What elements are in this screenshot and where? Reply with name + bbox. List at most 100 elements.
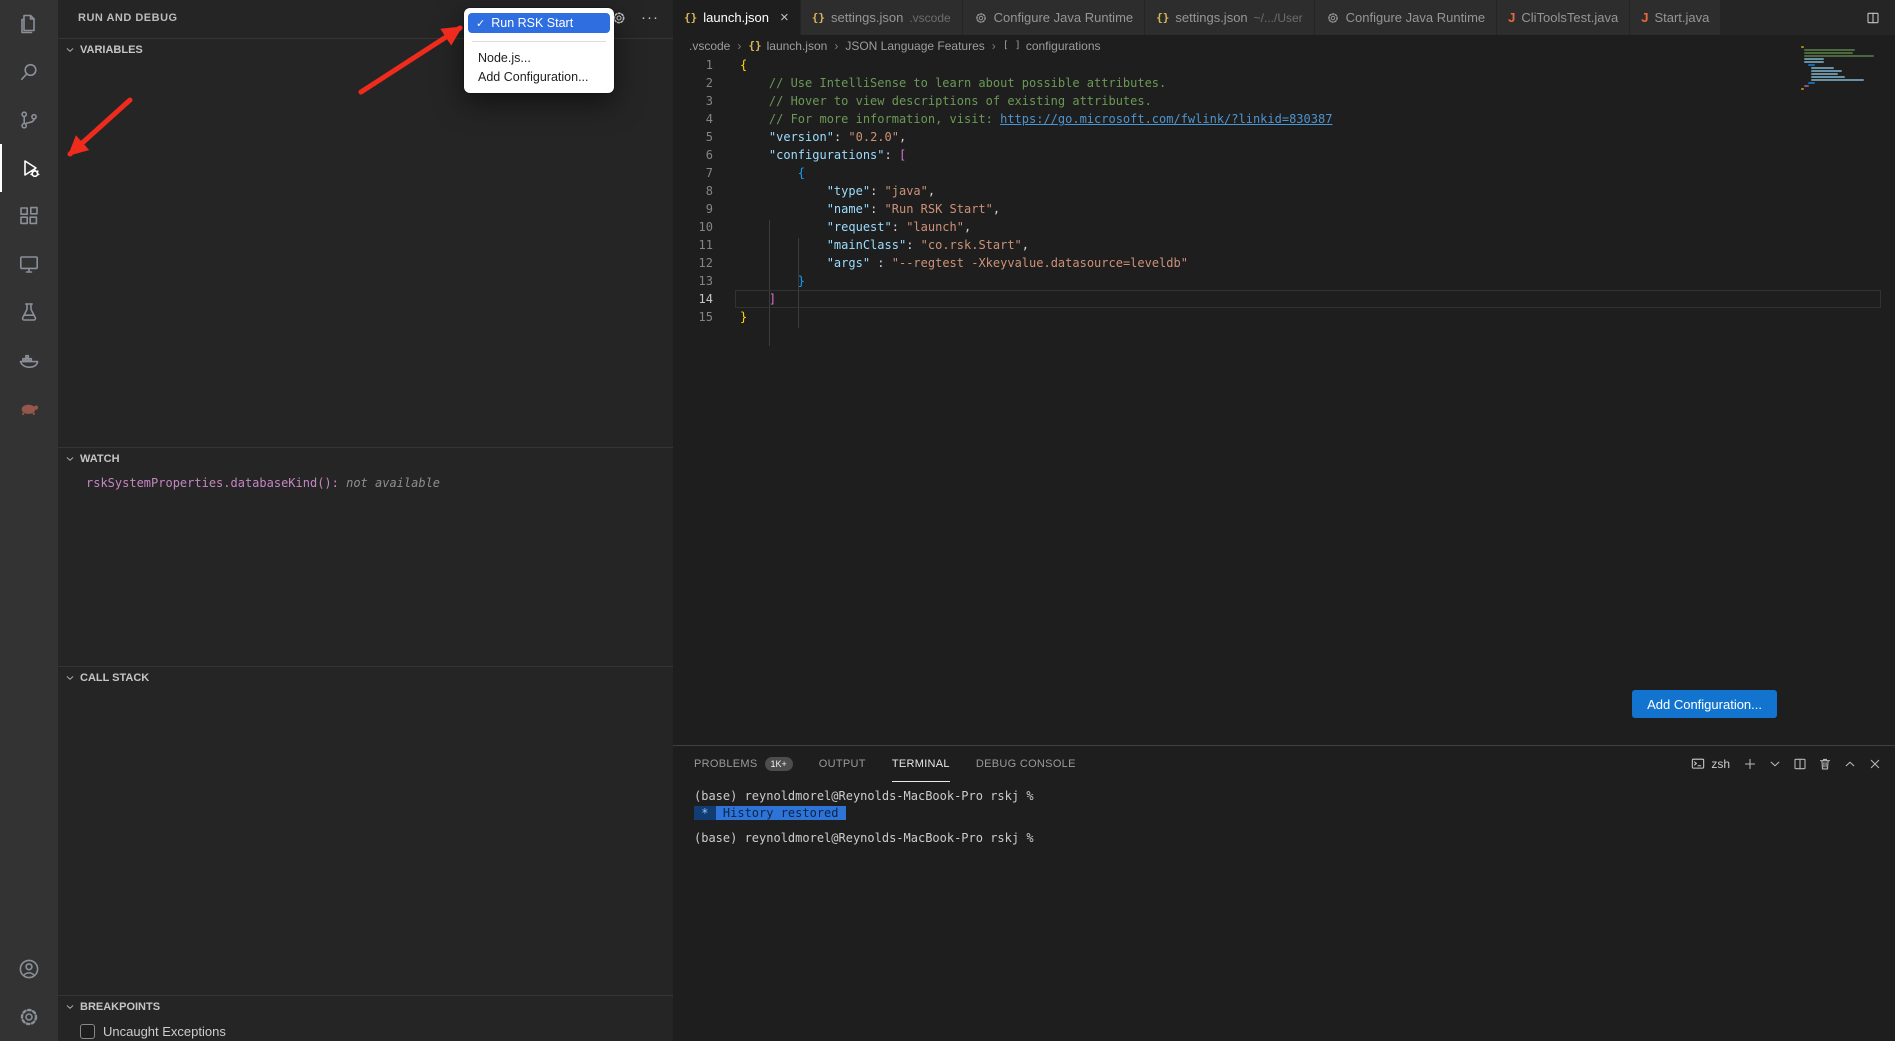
dropdown-item-node-js[interactable]: Node.js...	[468, 49, 610, 68]
breadcrumb-vscode[interactable]: .vscode	[689, 39, 730, 53]
check-icon: ✓	[476, 17, 485, 30]
breadcrumb-json-language-features[interactable]: JSON Language Features	[845, 39, 984, 53]
sidebar-actions: ···	[611, 10, 659, 26]
panel-tabs: PROBLEMS1K+ OUTPUT TERMINAL DEBUG CONSOLE	[694, 746, 1102, 782]
manage-icon	[17, 1005, 41, 1029]
terminal-line: * History restored	[694, 805, 1875, 822]
bottom-panel: PROBLEMS1K+ OUTPUT TERMINAL DEBUG CONSOLE z…	[673, 745, 1895, 1041]
dropdown-item-selected[interactable]: ✓ Run RSK Start	[468, 13, 610, 33]
panel-tab-debug-console[interactable]: DEBUG CONSOLE	[976, 746, 1076, 782]
code-line-4: 4 // For more information, visit: https:…	[673, 110, 1895, 128]
tab-configure-java-runtime[interactable]: Configure Java Runtime	[963, 0, 1145, 35]
activity-item-custom-extension[interactable]	[0, 384, 58, 432]
activity-item-source-control[interactable]	[0, 96, 58, 144]
activity-item-docker[interactable]	[0, 336, 58, 384]
sidebar-title: RUN AND DEBUG	[78, 12, 178, 24]
activity-bar-bottom	[0, 945, 58, 1041]
code-line-12: 12 "args" : "--regtest -Xkeyvalue.dataso…	[673, 254, 1895, 272]
panel-tab-terminal[interactable]: TERMINAL	[892, 746, 950, 782]
code-line-9: 9 "name": "Run RSK Start",	[673, 200, 1895, 218]
code-line-3: 3 // Hover to view descriptions of exist…	[673, 92, 1895, 110]
problems-count-badge: 1K+	[765, 757, 793, 771]
section-watch: WATCHrskSystemProperties.databaseKind():…	[58, 447, 673, 490]
code-editor[interactable]: 1{2 // Use IntelliSense to learn about p…	[673, 56, 1895, 745]
chevron-down-icon	[64, 1001, 76, 1013]
chevron-down-icon	[64, 453, 76, 465]
docker-icon	[17, 348, 41, 372]
code-line-11: 11 "mainClass": "co.rsk.Start",	[673, 236, 1895, 254]
panel-header: PROBLEMS1K+ OUTPUT TERMINAL DEBUG CONSOLE z…	[673, 746, 1895, 782]
terminal-line: (base) reynoldmorel@Reynolds-MacBook-Pro…	[694, 830, 1875, 847]
close-panel-icon[interactable]	[1867, 756, 1883, 772]
panel-tab-output[interactable]: OUTPUT	[819, 746, 866, 782]
breadcrumb-configurations[interactable]: [ ]configurations	[1003, 39, 1101, 53]
new-terminal-icon[interactable]	[1742, 756, 1758, 772]
panel-tab-problems[interactable]: PROBLEMS1K+	[694, 746, 793, 782]
code-line-14: 14 ]	[673, 290, 1895, 308]
java-file-icon: J	[1641, 10, 1648, 25]
json-file-icon: {}	[684, 11, 697, 24]
activity-item-testing[interactable]	[0, 288, 58, 336]
views-more-actions-icon[interactable]: ···	[641, 13, 659, 23]
code-line-2: 2 // Use IntelliSense to learn about pos…	[673, 74, 1895, 92]
terminal[interactable]: (base) reynoldmorel@Reynolds-MacBook-Pro…	[694, 788, 1875, 1041]
terminal-line: (base) reynoldmorel@Reynolds-MacBook-Pro…	[694, 788, 1875, 805]
split-terminal-icon[interactable]	[1792, 756, 1808, 772]
breadcrumb: .vscode › {}launch.json › JSON Language Feat…	[673, 35, 1895, 56]
breadcrumb-separator: ›	[737, 39, 741, 53]
explorer-icon	[17, 12, 41, 36]
add-configuration-button[interactable]: Add Configuration...	[1632, 690, 1777, 718]
shell-label: zsh	[1711, 757, 1730, 771]
split-editor-icon[interactable]	[1865, 10, 1881, 26]
tab-settings-json-vscode[interactable]: {}settings.json.vscode	[801, 0, 963, 35]
terminal-line	[694, 822, 1875, 830]
section-header-call-stack[interactable]: CALL STACK	[58, 666, 673, 688]
code-line-10: 10 "request": "launch",	[673, 218, 1895, 236]
editor-tab-actions	[1865, 0, 1895, 35]
breadcrumb-launch-json[interactable]: {}launch.json	[748, 39, 827, 53]
section-header-watch[interactable]: WATCH	[58, 447, 673, 469]
breadcrumb-separator: ›	[992, 39, 996, 53]
dropdown-items: Node.js...Add Configuration...	[466, 49, 612, 87]
close-tab-icon[interactable]: ×	[780, 9, 789, 26]
remote-explorer-icon	[17, 252, 41, 276]
java-file-icon: J	[1508, 10, 1515, 25]
uncaught-exceptions-checkbox[interactable]	[80, 1024, 95, 1039]
maximize-panel-icon[interactable]	[1842, 756, 1858, 772]
terminal-shell-selector[interactable]: zsh	[1690, 756, 1730, 772]
breakpoint-item: Uncaught Exceptions	[58, 1017, 673, 1039]
tab-clitoolstest-java[interactable]: JCliToolsTest.java	[1497, 0, 1630, 35]
code-line-7: 7 {	[673, 164, 1895, 182]
tab-configure-java-runtime[interactable]: Configure Java Runtime	[1315, 0, 1497, 35]
activity-item-explorer[interactable]	[0, 0, 58, 48]
vscode-window: RUN AND DEBUG ··· VARIABLESWATCHrskSyste…	[0, 0, 1895, 1041]
chevron-down-icon	[64, 44, 76, 56]
tab-settings-json-user[interactable]: {}settings.json~/.../User	[1145, 0, 1315, 35]
kill-terminal-icon[interactable]	[1817, 756, 1833, 772]
minimap[interactable]	[1801, 46, 1881, 91]
activity-item-accounts[interactable]	[0, 945, 58, 993]
watch-expression[interactable]: rskSystemProperties.databaseKind(): not …	[58, 469, 673, 490]
activity-item-extensions[interactable]	[0, 192, 58, 240]
editor-tabs: {}launch.json×{}settings.json.vscodeConf…	[673, 0, 1721, 35]
activity-item-search[interactable]	[0, 48, 58, 96]
search-icon	[17, 60, 41, 84]
tab-start-java[interactable]: JStart.java	[1630, 0, 1721, 35]
run-and-debug-icon	[17, 156, 41, 180]
section-breakpoints: BREAKPOINTSUncaught Exceptions	[58, 995, 673, 1039]
extensions-icon	[17, 204, 41, 228]
terminal-dropdown-icon[interactable]	[1767, 756, 1783, 772]
breadcrumb-separator: ›	[834, 39, 838, 53]
dropdown-item-add-configuration[interactable]: Add Configuration...	[468, 68, 610, 87]
source-control-icon	[17, 108, 41, 132]
activity-item-run-and-debug[interactable]	[0, 144, 58, 192]
section-header-breakpoints[interactable]: BREAKPOINTS	[58, 995, 673, 1017]
accounts-icon	[17, 957, 41, 981]
activity-item-remote-explorer[interactable]	[0, 240, 58, 288]
runtime-gear-icon	[1326, 11, 1340, 25]
activity-item-manage[interactable]	[0, 993, 58, 1041]
editor-tab-bar: {}launch.json×{}settings.json.vscodeConf…	[673, 0, 1895, 35]
chevron-down-icon	[64, 672, 76, 684]
tab-launch-json[interactable]: {}launch.json×	[673, 0, 801, 35]
section-call-stack: CALL STACK	[58, 666, 673, 688]
